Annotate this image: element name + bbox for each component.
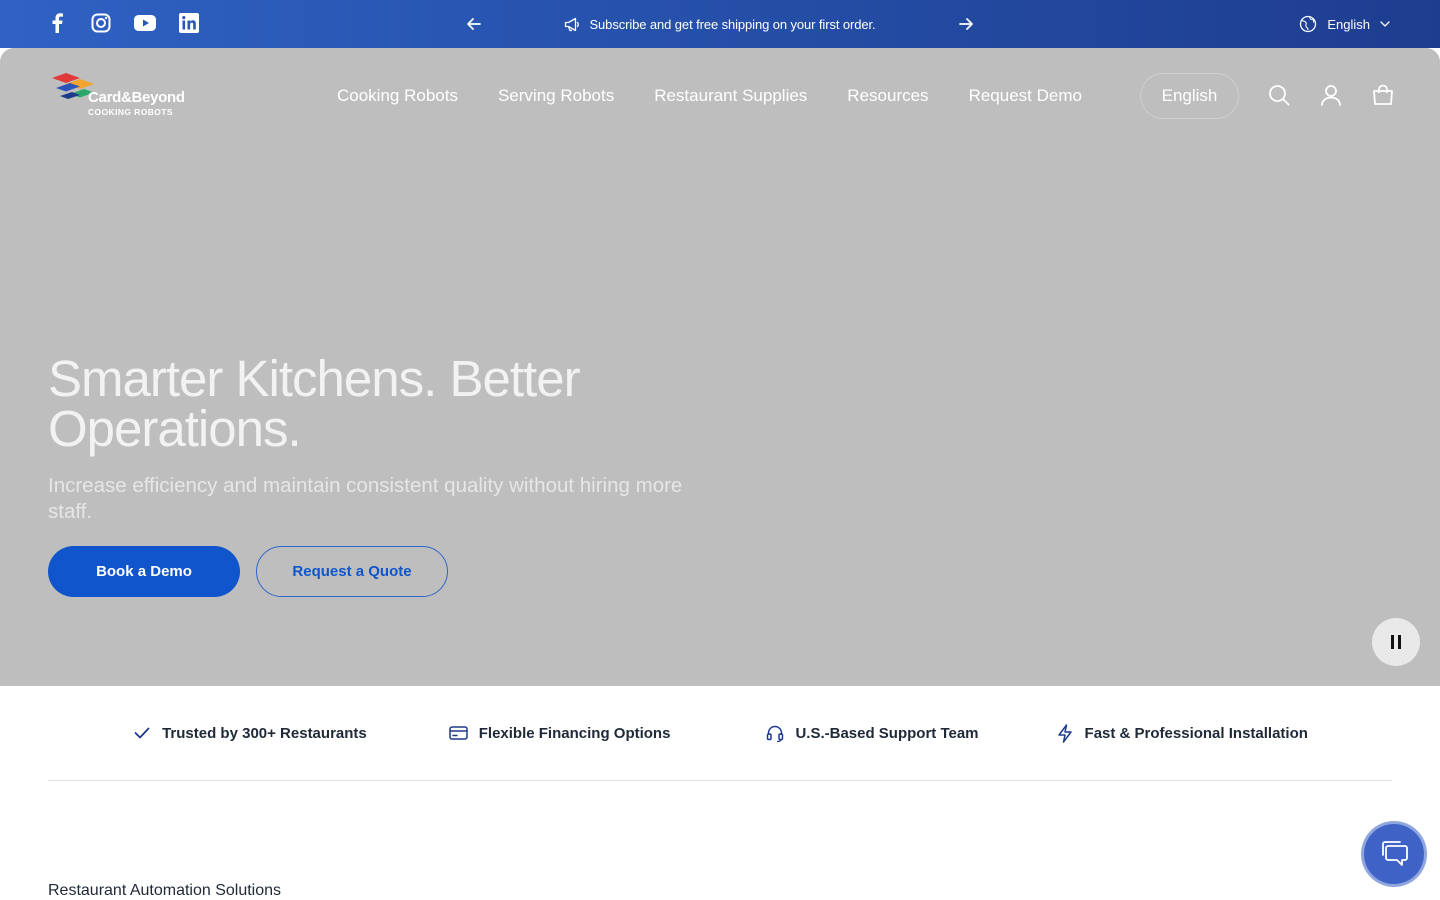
announcement-text: Subscribe and get free shipping on your …	[589, 16, 876, 32]
hero-subtitle: Increase efficiency and maintain consist…	[48, 474, 683, 523]
announcement-bar: Subscribe and get free shipping on your …	[0, 0, 1440, 48]
headset-icon	[765, 723, 785, 743]
feature-label: U.S.-Based Support Team	[795, 724, 979, 742]
feature-label: Flexible Financing Options	[478, 724, 671, 742]
feature-item: Trusted by 300+ Restaurants	[132, 723, 367, 743]
announcement-message: Subscribe and get free shipping on your …	[564, 16, 876, 32]
facebook-icon[interactable]	[46, 12, 68, 34]
pause-icon	[1391, 635, 1401, 649]
youtube-icon[interactable]	[134, 12, 156, 34]
feature-label: Fast & Professional Installation	[1084, 724, 1308, 742]
chat-widget-button[interactable]	[1364, 824, 1424, 884]
language-label: English	[1327, 16, 1370, 32]
lightning-icon	[1055, 723, 1075, 743]
hero-title: Smarter Kitchens. Better Operations.	[48, 350, 581, 457]
credit-card-icon	[449, 723, 469, 743]
section-heading: Restaurant Automation Solutions	[48, 882, 282, 899]
cart-icon[interactable]	[1370, 82, 1396, 108]
nav-item-resources[interactable]: Resources	[847, 86, 928, 106]
feature-item: Fast & Professional Installation	[1055, 723, 1308, 743]
announcement-carousel: Subscribe and get free shipping on your …	[462, 0, 978, 48]
book-demo-button[interactable]: Book a Demo	[48, 546, 240, 597]
feature-item: U.S.-Based Support Team	[765, 723, 979, 743]
hero-section: Card&Beyond COOKING ROBOTS Cooking Robot…	[0, 48, 1440, 686]
site-logo[interactable]: Card&Beyond COOKING ROBOTS	[50, 72, 185, 116]
previous-arrow-icon[interactable]	[462, 12, 486, 36]
logo-brand: Card&Beyond	[88, 89, 185, 106]
globe-icon	[1300, 15, 1317, 33]
features-strip: Trusted by 300+ Restaurants Flexible Fin…	[48, 686, 1392, 781]
megaphone-icon	[565, 17, 580, 31]
language-selector-nav[interactable]: English	[1140, 73, 1239, 119]
nav-item-cooking-robots[interactable]: Cooking Robots	[337, 86, 458, 106]
next-arrow-icon[interactable]	[954, 12, 978, 36]
nav-item-restaurant-supplies[interactable]: Restaurant Supplies	[654, 86, 807, 106]
chevron-down-icon	[1380, 21, 1390, 27]
language-selector-top[interactable]: English	[1299, 0, 1390, 48]
instagram-icon[interactable]	[90, 12, 112, 34]
nav-item-request-demo[interactable]: Request Demo	[969, 86, 1082, 106]
check-icon	[132, 723, 152, 743]
linkedin-icon[interactable]	[178, 12, 200, 34]
main-nav: Cooking Robots Serving Robots Restaurant…	[337, 72, 1082, 120]
feature-label: Trusted by 300+ Restaurants	[162, 724, 367, 742]
logo-text: Card&Beyond COOKING ROBOTS	[88, 90, 185, 117]
account-icon[interactable]	[1318, 82, 1344, 108]
social-links	[46, 12, 200, 34]
nav-item-serving-robots[interactable]: Serving Robots	[498, 86, 614, 106]
logo-tagline: COOKING ROBOTS	[88, 107, 173, 117]
request-quote-button[interactable]: Request a Quote	[256, 546, 448, 597]
feature-item: Flexible Financing Options	[449, 723, 671, 743]
pause-slideshow-button[interactable]	[1372, 618, 1420, 666]
search-icon[interactable]	[1266, 82, 1292, 108]
header-icons	[1266, 82, 1396, 108]
chat-icon	[1382, 841, 1408, 866]
